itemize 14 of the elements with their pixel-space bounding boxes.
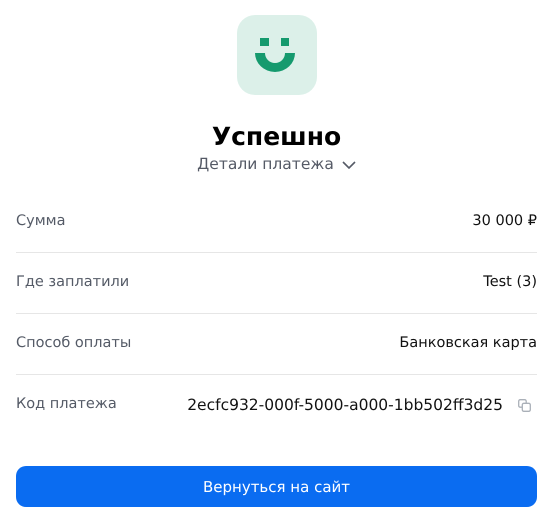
- detail-value: 30 000 ₽: [472, 212, 537, 232]
- detail-value: 2ecfc932-000f-5000-a000-1bb502ff3d25: [187, 395, 503, 416]
- detail-value: Test (3): [483, 273, 537, 292]
- status-title: Успешно: [212, 121, 342, 153]
- detail-label: Где заплатили: [16, 273, 130, 292]
- copy-icon[interactable]: [518, 399, 531, 412]
- detail-label: Код платежа: [16, 395, 117, 414]
- chevron-icon: [342, 160, 356, 169]
- detail-label: Способ оплаты: [16, 334, 132, 354]
- detail-value: Банковская карта: [399, 334, 537, 354]
- details-toggle[interactable]: Детали платежа: [197, 153, 356, 176]
- return-button[interactable]: Вернуться на сайт: [16, 466, 537, 508]
- success-icon: [236, 15, 316, 95]
- detail-label: Сумма: [16, 212, 66, 232]
